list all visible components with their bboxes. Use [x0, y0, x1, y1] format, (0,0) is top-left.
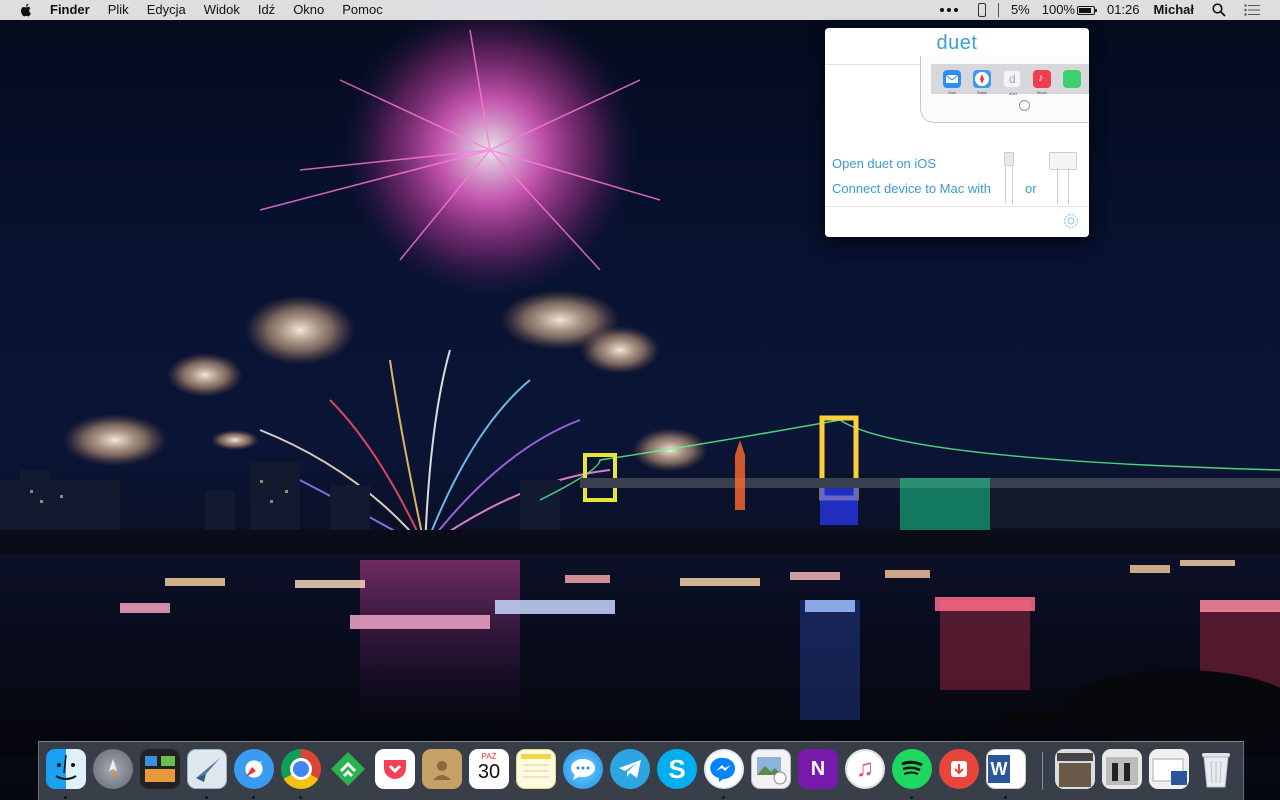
safari-icon[interactable]: [234, 749, 274, 789]
finder-icon[interactable]: [46, 749, 86, 789]
menu-edit[interactable]: Edycja: [138, 0, 195, 20]
menubar-divider: [997, 3, 999, 17]
settings-gear-icon[interactable]: [1062, 212, 1080, 230]
running-indicator: [722, 796, 725, 799]
notes-icon[interactable]: [516, 749, 556, 789]
duet-title: duet: [936, 32, 978, 54]
mission-control-icon[interactable]: [140, 749, 180, 789]
divider: [825, 206, 1089, 207]
chrome-icon[interactable]: [281, 749, 321, 789]
running-indicator: [252, 796, 255, 799]
open-duet-text: Open duet on iOS: [832, 156, 937, 171]
calendar-day: 30: [477, 761, 501, 783]
notification-center-icon[interactable]: [1244, 4, 1260, 16]
trash-icon[interactable]: [1196, 749, 1236, 789]
running-indicator: [64, 796, 67, 799]
calendar-month: PAŹ: [481, 752, 497, 761]
device-battery-icon[interactable]: [977, 3, 986, 17]
messages-icon: [1063, 70, 1081, 88]
launchpad-icon[interactable]: [93, 749, 133, 789]
word-icon[interactable]: W: [986, 749, 1026, 789]
telegram-icon[interactable]: [610, 749, 650, 789]
dock-divider: [1042, 752, 1043, 790]
feedly-icon[interactable]: [328, 749, 368, 789]
menu-view[interactable]: Widok: [195, 0, 249, 20]
apple-icon[interactable]: [18, 2, 34, 18]
mail-icon[interactable]: [187, 749, 227, 789]
messenger-icon[interactable]: [704, 749, 744, 789]
pocket-icon[interactable]: [375, 749, 415, 789]
dock: PAŹ 30 S N ♫ W: [38, 741, 1244, 800]
spotlight-search-icon[interactable]: [1212, 3, 1226, 17]
menu-app-finder[interactable]: Finder: [46, 0, 99, 20]
battery-percent[interactable]: 100%: [1042, 0, 1075, 20]
user-name[interactable]: Michał: [1154, 0, 1194, 20]
menu-help[interactable]: Pomoc: [333, 0, 391, 20]
connect-device-text: Connect device to Mac with: [832, 181, 991, 196]
menu-window[interactable]: Okno: [284, 0, 333, 20]
itunes-icon[interactable]: ♫: [845, 749, 885, 789]
running-indicator: [910, 796, 913, 799]
documents-stack-icon[interactable]: [1102, 749, 1142, 789]
calendar-icon[interactable]: PAŹ 30: [469, 749, 509, 789]
onenote-icon[interactable]: N: [798, 749, 838, 789]
mail-icon: Mail: [943, 70, 961, 95]
ipad-illustration: Mail Safari d duet ♪ Music: [920, 56, 1089, 123]
duet-menu-extra-icon[interactable]: [939, 8, 958, 12]
downloads-stack-icon[interactable]: [1055, 749, 1095, 789]
menu-go[interactable]: Idź: [249, 0, 284, 20]
device-battery-percent[interactable]: 5%: [1011, 0, 1030, 20]
or-text: or: [1025, 181, 1037, 196]
duet-popover: duet Mail Safari d duet ♪ Music Open due…: [825, 28, 1089, 237]
safari-icon: Safari: [973, 70, 991, 95]
downie-icon[interactable]: [939, 749, 979, 789]
menu-file[interactable]: Plik: [99, 0, 138, 20]
30-pin-cable-icon: [1049, 152, 1077, 204]
spotify-icon[interactable]: [892, 749, 932, 789]
menu-bar: Finder Plik Edycja Widok Idź Okno Pomoc …: [0, 0, 1280, 20]
clock[interactable]: 01:26: [1107, 0, 1140, 20]
battery-icon[interactable]: [1076, 5, 1097, 15]
messages-icon[interactable]: [563, 749, 603, 789]
duet-icon: d duet: [1003, 70, 1021, 96]
contacts-icon[interactable]: [422, 749, 462, 789]
running-indicator: [299, 796, 302, 799]
skype-icon[interactable]: S: [657, 749, 697, 789]
ipad-home-button: [1019, 100, 1030, 111]
lightning-cable-icon: [1004, 152, 1014, 204]
ipad-screen: Mail Safari d duet ♪ Music: [931, 64, 1089, 96]
music-icon: ♪ Music: [1033, 70, 1051, 95]
running-indicator: [205, 796, 208, 799]
preview-icon[interactable]: [751, 749, 791, 789]
running-indicator: [1004, 796, 1007, 799]
desktop-stack-icon[interactable]: [1149, 749, 1189, 789]
